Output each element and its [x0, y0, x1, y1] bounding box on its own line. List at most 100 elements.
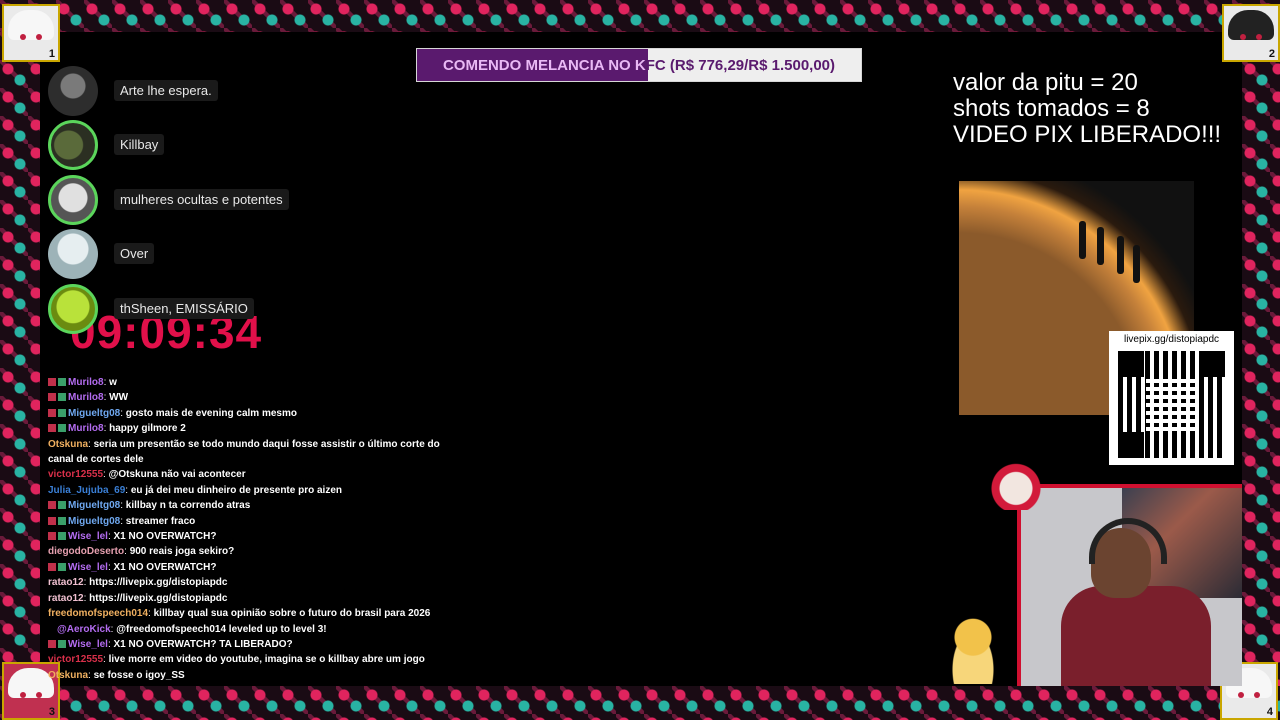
chat-text: eu já dei meu dinheiro de presente pro a…	[130, 484, 342, 496]
badge-icon	[48, 532, 56, 541]
voice-member-name: thSheen, EMISSÁRIO	[114, 298, 254, 319]
chat-username: @AeroKick	[57, 623, 111, 635]
badge-icon	[58, 562, 66, 571]
chat-message: Julia_Jujuba_69: eu já dei meu dinheiro …	[48, 483, 468, 498]
badge-icon	[48, 424, 56, 433]
voice-member-name: Killbay	[114, 134, 165, 155]
badge-icon	[58, 408, 66, 417]
corner-number: 1	[48, 48, 55, 60]
silhouette	[1133, 245, 1140, 283]
qr-url: livepix.gg/distopiapdc	[1123, 334, 1220, 345]
chat-username: ratao12	[48, 577, 84, 589]
chat-text: se fosse o igoy_SS	[93, 669, 185, 681]
chat-message: Wise_lel: X1 NO OVERWATCH? TA LIBERADO?	[48, 637, 468, 652]
chat-text: https://livepix.gg/distopiapdc	[89, 592, 228, 604]
chat-text: @Otskuna não vai acontecer	[108, 469, 246, 481]
chat-username: victor12555	[48, 654, 104, 666]
mascot-icon	[986, 462, 1046, 510]
badge-icon	[58, 501, 66, 510]
chat-message: Migueltg08: killbay n ta correndo atras	[48, 498, 468, 513]
chat-text: gosto mais de evening calm mesmo	[125, 407, 297, 419]
silhouette	[1097, 227, 1104, 265]
badge-icon	[58, 424, 66, 433]
chat-username: Otskuna	[48, 438, 89, 450]
voice-member-name: mulheres ocultas e potentes	[114, 189, 289, 210]
chat-text: X1 NO OVERWATCH?	[113, 561, 217, 573]
chat-message: ratao12: https://livepix.gg/distopiapdc	[48, 591, 468, 606]
chat-message: Wise_lel: X1 NO OVERWATCH?	[48, 560, 468, 575]
voice-member: Over	[48, 229, 308, 279]
bear-sticker-icon	[942, 612, 1004, 684]
decorative-border-top	[0, 0, 1280, 32]
badge-icon	[58, 532, 66, 541]
silhouette	[1117, 236, 1124, 274]
badge-icon	[58, 393, 66, 402]
chat-text: seria um presentão se todo mundo daqui f…	[48, 438, 440, 466]
badge-icon	[48, 516, 56, 525]
chat-username: Migueltg08	[68, 500, 121, 512]
corner-number: 2	[1268, 48, 1275, 60]
badge-icon	[58, 639, 66, 648]
silhouette	[1079, 221, 1086, 259]
badge-icon	[48, 639, 56, 648]
decorative-border-right	[1242, 32, 1280, 686]
chat-message: Wise_lel: X1 NO OVERWATCH?	[48, 529, 468, 544]
streamer-body	[1061, 586, 1211, 686]
avatar	[48, 66, 98, 116]
chat-message: Murilo8: w	[48, 375, 468, 390]
chat-username: ratao12	[48, 592, 84, 604]
badge-icon	[48, 501, 56, 510]
voice-member: Killbay	[48, 120, 308, 170]
chat-username: Wise_lel	[68, 531, 108, 543]
decorative-border-left	[0, 32, 40, 686]
chat-text: X1 NO OVERWATCH?	[113, 531, 217, 543]
chat-text: live morre em video do youtube, imagina …	[108, 654, 425, 666]
chat-message: Otskuna: seria um presentão se todo mund…	[48, 437, 468, 468]
chat-message: victor12555: @Otskuna não vai acontecer	[48, 467, 468, 482]
chat-text: happy gilmore 2	[109, 423, 186, 435]
chat-text: killbay qual sua opinião sobre o futuro …	[153, 608, 431, 620]
voice-member: Arte lhe espera.	[48, 66, 308, 116]
badge-icon	[48, 562, 56, 571]
chat-message: Otskuna: se fosse o igoy_SS	[48, 668, 468, 683]
chat-message: Migueltg08: streamer fraco	[48, 514, 468, 529]
chat-text: streamer fraco	[125, 515, 196, 527]
chat-username: Murilo8	[68, 423, 104, 435]
badge-icon	[58, 516, 66, 525]
voice-member-name: Over	[114, 243, 155, 264]
chat-text: w	[109, 377, 117, 388]
avatar	[48, 284, 98, 334]
chat-message: Murilo8: WW	[48, 390, 468, 405]
note-line: shots tomados = 8	[953, 95, 1150, 122]
chat-username: victor12555	[48, 469, 104, 481]
chat-text: https://livepix.gg/distopiapdc	[89, 577, 228, 589]
chat-username: diegodoDeserto	[48, 546, 125, 558]
livepix-qr-panel: livepix.gg/distopiapdc	[1109, 331, 1234, 465]
chat-message: diegodoDeserto: 900 reais joga sekiro?	[48, 544, 468, 559]
chat-username: Julia_Jujuba_69	[48, 484, 126, 496]
corner-number: 4	[1266, 706, 1273, 718]
chat-username: Wise_lel	[68, 561, 108, 573]
badge-icon	[48, 378, 56, 386]
chat-overlay: Murilo8: w Murilo8: WW Migueltg08: gosto m…	[48, 375, 468, 683]
chat-text: 900 reais joga sekiro?	[129, 546, 235, 558]
note-line: VIDEO PIX LIBERADO!!!	[953, 121, 1222, 148]
avatar	[48, 175, 98, 225]
donation-goal-bar: COMENDO MELANCIA NO KFC (R$ 776,29/R$ 1.…	[416, 48, 862, 82]
badge-icon	[48, 393, 56, 402]
note-line: valor da pitu = 20	[953, 69, 1138, 96]
voice-member: thSheen, EMISSÁRIO	[48, 284, 308, 334]
chat-username: freedomofspeech014	[48, 608, 149, 620]
decorative-border-bottom	[0, 686, 1280, 720]
corner-character-1: 1	[2, 4, 60, 62]
voice-member-name: Arte lhe espera.	[114, 80, 218, 101]
chat-text: @freedomofspeech014 leveled up to level …	[116, 623, 327, 635]
webcam-feed	[1017, 484, 1242, 686]
corner-character-2: 2	[1222, 4, 1280, 62]
chat-text: X1 NO OVERWATCH? TA LIBERADO?	[113, 638, 293, 650]
stream-notes: valor da pitu = 20 shots tomados = 8 VID…	[953, 70, 1221, 148]
voice-member: mulheres ocultas e potentes	[48, 175, 308, 225]
chat-username: Murilo8	[68, 377, 104, 388]
qr-code-icon	[1118, 351, 1225, 458]
chat-text: killbay n ta correndo atras	[125, 500, 251, 512]
